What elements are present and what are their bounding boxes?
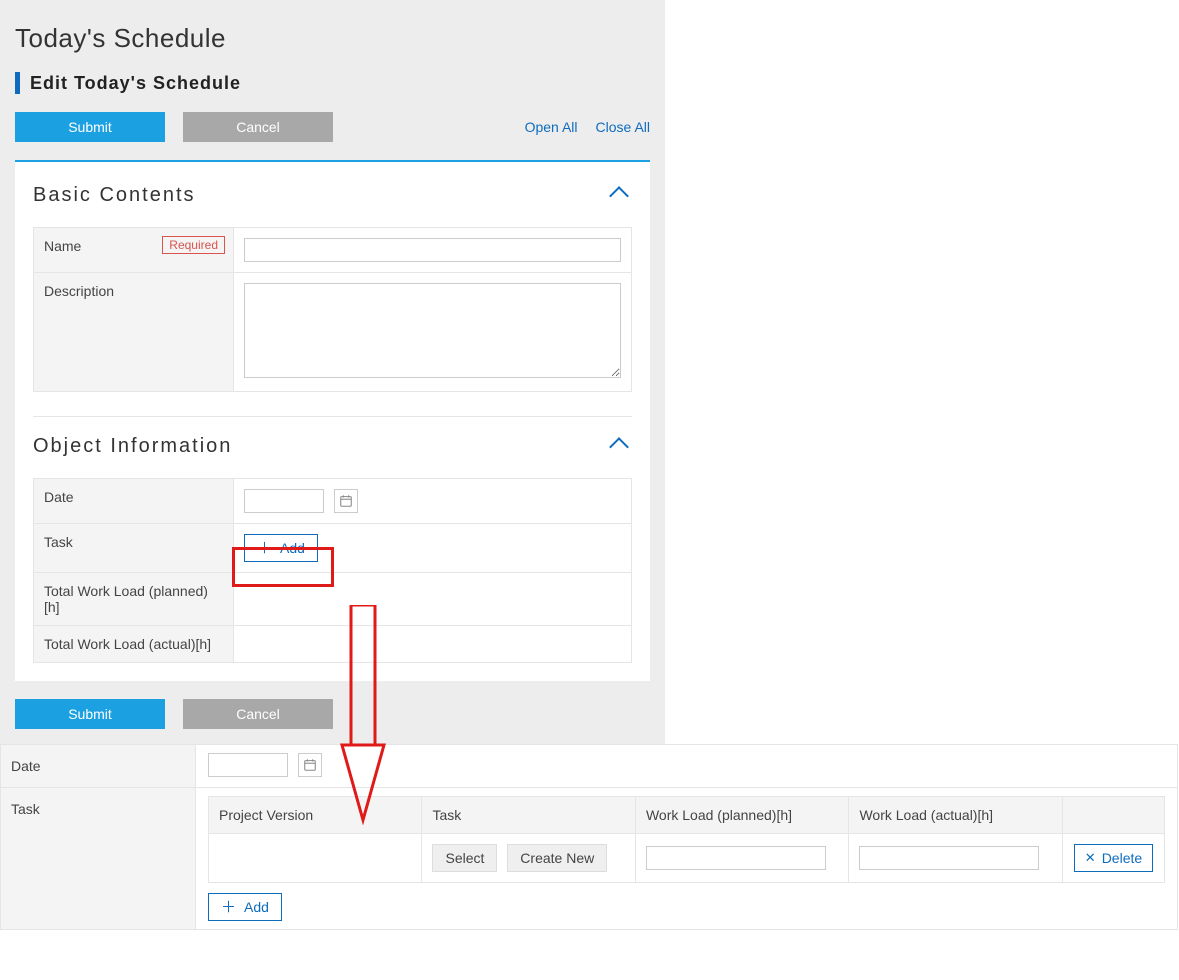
add-label: Add xyxy=(280,540,305,556)
col-work-planned: Work Load (planned)[h] xyxy=(635,797,848,834)
name-input[interactable] xyxy=(244,238,621,262)
detail-area: Date Task Proje xyxy=(0,744,1178,930)
total-actual-value xyxy=(234,626,632,663)
subtitle-accent xyxy=(15,72,20,94)
col-project-version: Project Version xyxy=(209,797,422,834)
top-action-row: Submit Cancel Open All Close All xyxy=(15,112,650,142)
add-row-label: Add xyxy=(244,899,269,915)
calendar-icon[interactable] xyxy=(298,753,322,777)
create-new-button[interactable]: Create New xyxy=(507,844,607,872)
basic-section-title: Basic Contents xyxy=(33,184,196,207)
add-task-button[interactable]: ＋ Add xyxy=(244,534,318,562)
total-actual-label: Total Work Load (actual)[h] xyxy=(34,626,234,663)
col-work-actual: Work Load (actual)[h] xyxy=(849,797,1062,834)
object-info-fields-table: Date xyxy=(33,478,632,663)
task-label-cell: Task xyxy=(34,524,234,573)
description-label-cell: Description xyxy=(34,273,234,392)
close-all-link[interactable]: Close All xyxy=(596,119,650,135)
plus-icon: ＋ xyxy=(257,541,272,556)
main-panel: Basic Contents Name Required Description xyxy=(15,160,650,681)
calendar-icon[interactable] xyxy=(334,489,358,513)
work-actual-input[interactable] xyxy=(859,846,1039,870)
col-task: Task xyxy=(422,797,635,834)
object-info-section-title: Object Information xyxy=(33,435,232,458)
submit-button-bottom[interactable]: Submit xyxy=(15,699,165,729)
subtitle: Edit Today's Schedule xyxy=(30,73,241,94)
basic-fields-table: Name Required Description xyxy=(33,227,632,392)
submit-button[interactable]: Submit xyxy=(15,112,165,142)
description-input[interactable] xyxy=(244,283,621,378)
delete-label: Delete xyxy=(1102,850,1142,866)
total-planned-label: Total Work Load (planned)[h] xyxy=(34,573,234,626)
bottom-action-row: Submit Cancel xyxy=(15,699,650,729)
description-label: Description xyxy=(44,283,114,299)
object-info-section-header[interactable]: Object Information xyxy=(33,435,632,458)
cell-project-version xyxy=(209,834,422,883)
form-area: Today's Schedule Edit Today's Schedule S… xyxy=(0,0,665,744)
add-row-button[interactable]: ＋ Add xyxy=(208,893,282,921)
section-divider xyxy=(33,416,632,417)
basic-section-header[interactable]: Basic Contents xyxy=(33,184,632,207)
task-table: Project Version Task Work Load (planned)… xyxy=(208,796,1165,883)
name-label-cell: Name Required xyxy=(34,228,234,273)
cancel-button[interactable]: Cancel xyxy=(183,112,333,142)
cancel-button-bottom[interactable]: Cancel xyxy=(183,699,333,729)
task-label: Task xyxy=(44,534,73,550)
detail-date-label: Date xyxy=(0,744,195,788)
chevron-up-icon xyxy=(609,437,629,457)
open-all-link[interactable]: Open All xyxy=(525,119,578,135)
detail-date-input[interactable] xyxy=(208,753,288,777)
plus-icon: ＋ xyxy=(221,900,236,915)
total-planned-value xyxy=(234,573,632,626)
select-button[interactable]: Select xyxy=(432,844,497,872)
chevron-up-icon xyxy=(609,186,629,206)
table-row: Select Create New ✕ Delete xyxy=(209,834,1165,883)
delete-button[interactable]: ✕ Delete xyxy=(1074,844,1153,872)
name-label: Name xyxy=(44,238,81,254)
page-title: Today's Schedule xyxy=(15,23,650,54)
col-actions xyxy=(1062,797,1164,834)
work-planned-input[interactable] xyxy=(646,846,826,870)
date-label-cell: Date xyxy=(34,479,234,524)
close-icon: ✕ xyxy=(1085,850,1096,866)
subtitle-row: Edit Today's Schedule xyxy=(15,72,650,94)
detail-task-label: Task xyxy=(0,788,195,930)
required-badge: Required xyxy=(162,236,225,254)
date-label: Date xyxy=(44,489,74,505)
date-input[interactable] xyxy=(244,489,324,513)
